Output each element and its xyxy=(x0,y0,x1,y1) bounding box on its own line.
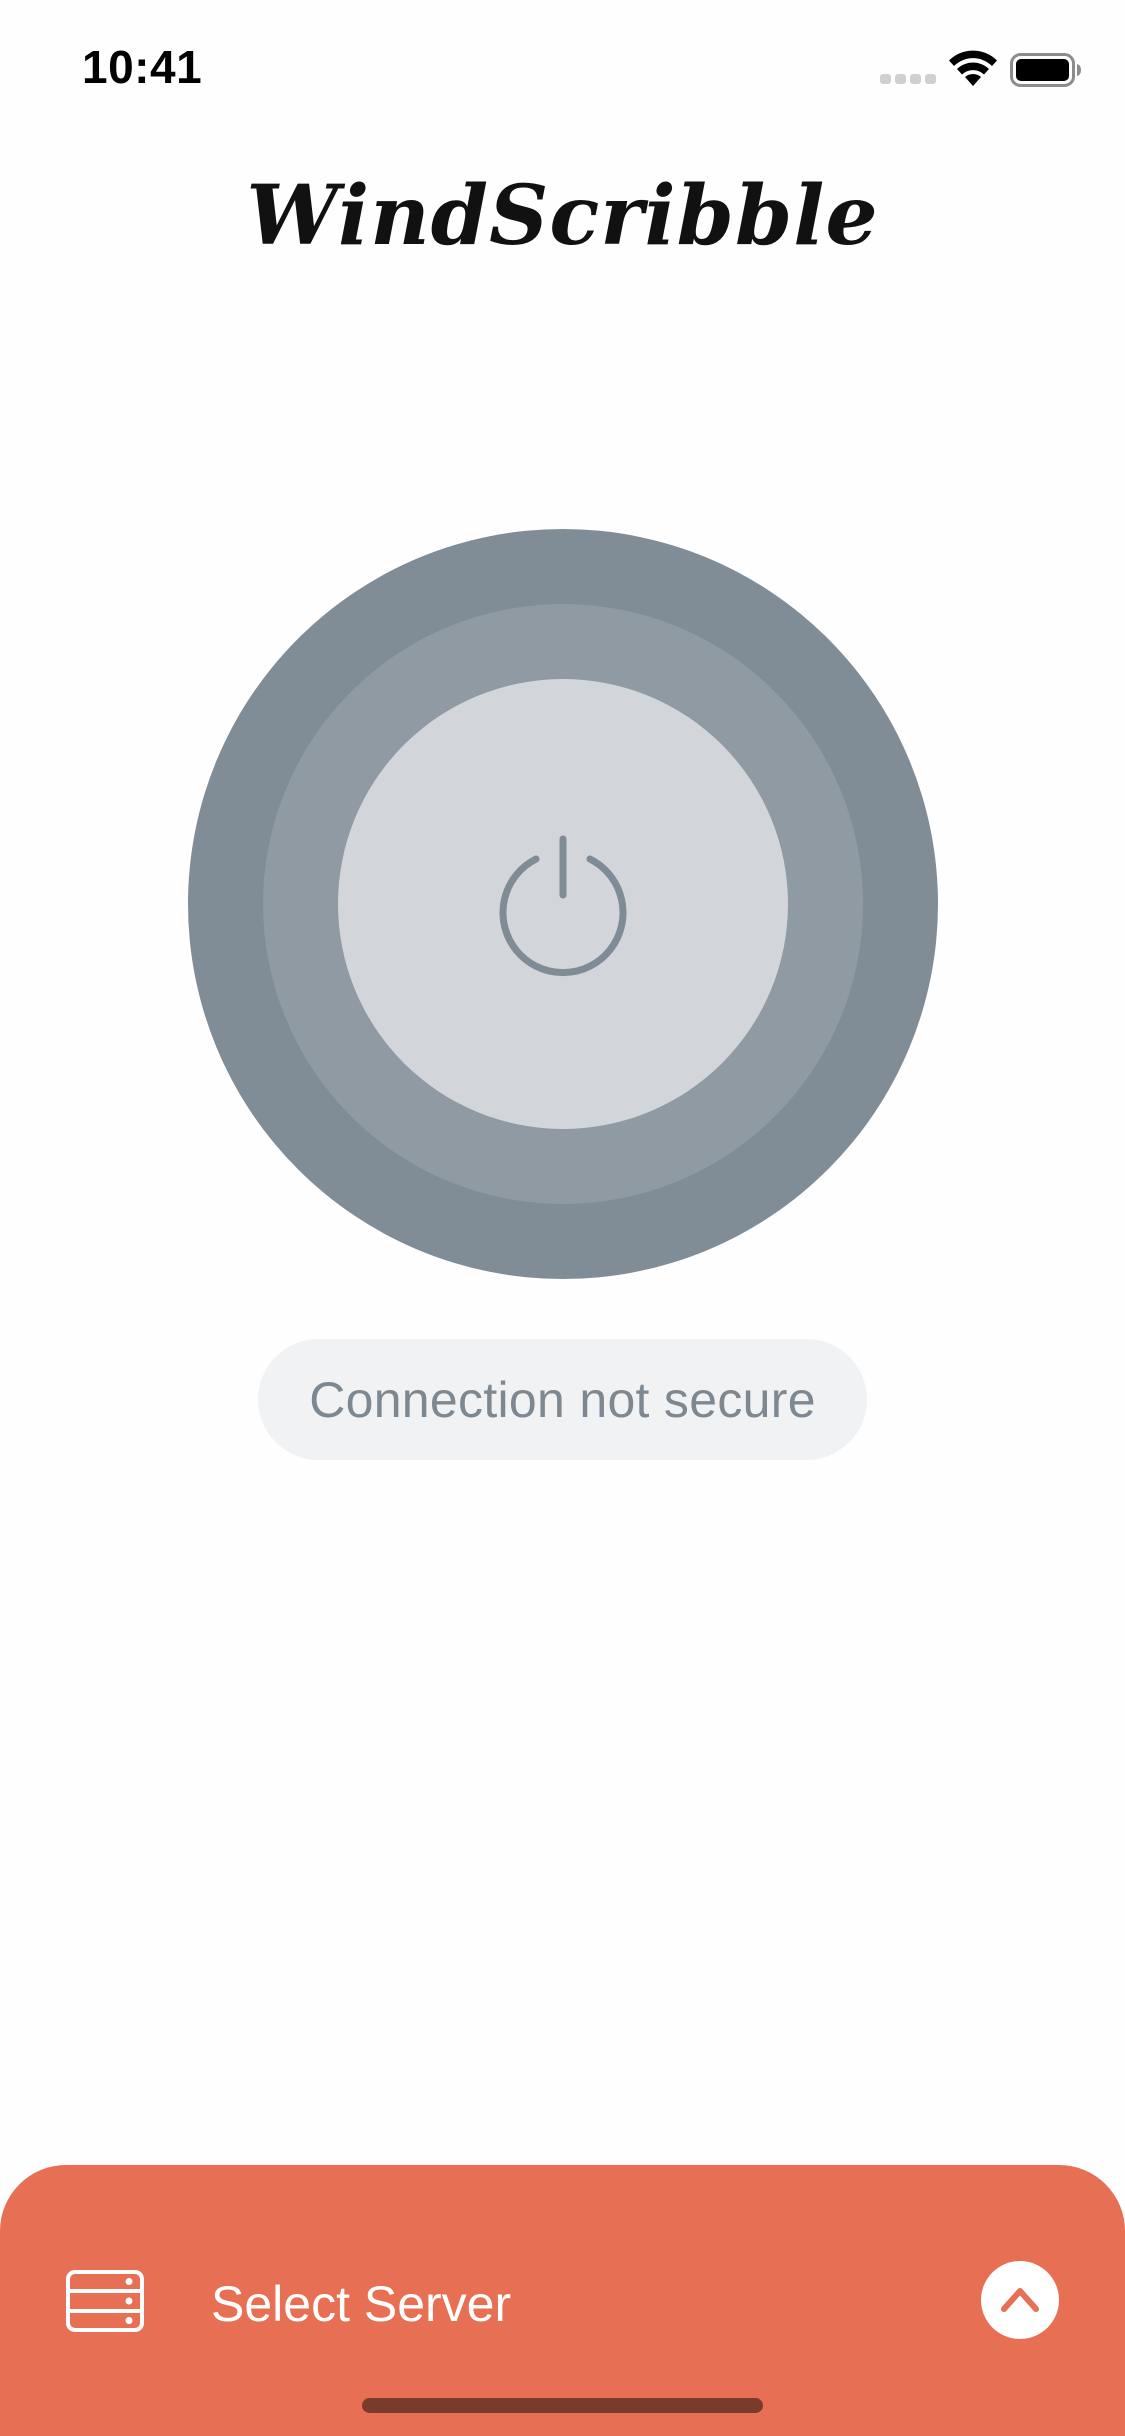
home-indicator xyxy=(362,2398,763,2413)
status-bar: 10:41 xyxy=(0,0,1125,140)
battery-icon xyxy=(1010,53,1081,87)
connection-status-text: Connection not secure xyxy=(309,1371,816,1428)
chevron-up-icon xyxy=(1001,2288,1039,2312)
select-server-label[interactable]: Select Server xyxy=(211,2275,511,2333)
expand-button[interactable] xyxy=(981,2261,1059,2339)
status-time: 10:41 xyxy=(82,41,203,93)
power-button[interactable] xyxy=(338,679,788,1129)
wifi-icon xyxy=(949,50,997,86)
cellular-signal-icon xyxy=(880,74,936,84)
server-icon xyxy=(66,2270,144,2332)
app-title: WindScribble xyxy=(246,168,879,264)
connection-status-badge: Connection not secure xyxy=(258,1339,867,1460)
select-server-sheet[interactable]: Select Server xyxy=(0,2165,1125,2436)
